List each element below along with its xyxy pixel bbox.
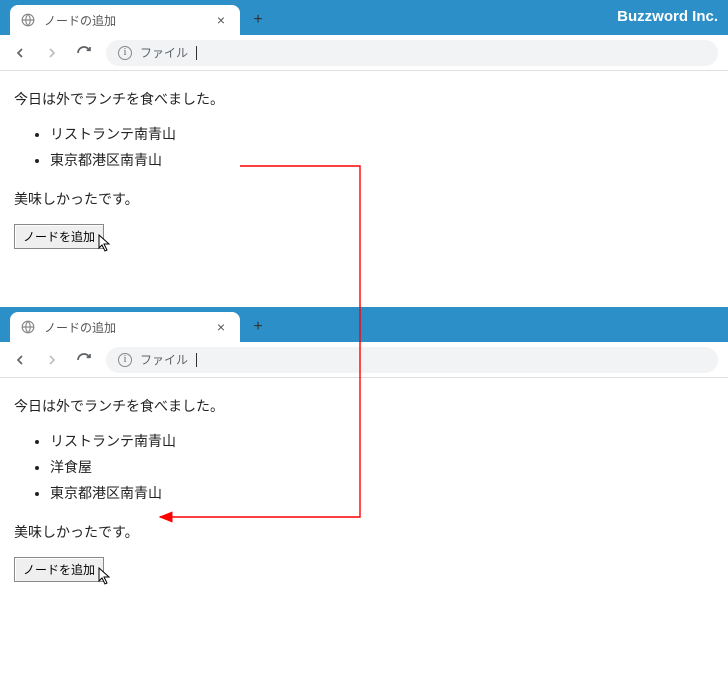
tab-title: ノードの追加 — [44, 319, 204, 336]
back-button[interactable] — [10, 43, 30, 63]
list-after: リストランテ南青山 洋食屋 東京都港区南青山 — [50, 431, 714, 504]
list-item: 東京都港区南青山 — [50, 150, 714, 171]
active-tab[interactable]: ノードの追加 × — [10, 5, 240, 35]
back-button[interactable] — [10, 350, 30, 370]
page-content-bottom: 今日は外でランチを食べました。 リストランテ南青山 洋食屋 東京都港区南青山 美… — [0, 378, 728, 600]
intro-text: 今日は外でランチを食べました。 — [14, 396, 714, 417]
outro-text: 美味しかったです。 — [14, 522, 714, 543]
close-tab-icon[interactable]: × — [212, 12, 230, 28]
page-content-top: 今日は外でランチを食べました。 リストランテ南青山 東京都港区南青山 美味しかっ… — [0, 71, 728, 267]
info-icon: i — [118, 353, 132, 367]
toolbar: i ファイル — [0, 35, 728, 71]
tab-title: ノードの追加 — [44, 12, 204, 29]
list-item: 東京都港区南青山 — [50, 483, 714, 504]
brand-label: Buzzword Inc. — [617, 8, 718, 25]
tab-strip: ノードの追加 × + Buzzword Inc. — [0, 0, 728, 35]
close-tab-icon[interactable]: × — [212, 319, 230, 335]
url-text: ファイル — [140, 351, 188, 368]
tab-strip: ノードの追加 × + — [0, 307, 728, 342]
address-bar[interactable]: i ファイル — [106, 40, 718, 66]
list-before: リストランテ南青山 東京都港区南青山 — [50, 124, 714, 171]
reload-button[interactable] — [74, 350, 94, 370]
button-wrap: ノードを追加 — [14, 224, 104, 249]
button-wrap: ノードを追加 — [14, 557, 104, 582]
info-icon: i — [118, 46, 132, 60]
text-cursor — [196, 353, 197, 367]
list-item: 洋食屋 — [50, 457, 714, 478]
new-tab-button[interactable]: + — [244, 313, 272, 341]
browser-window-bottom: ノードの追加 × + i ファイル 今日は外でランチを食べました。 リストランテ… — [0, 307, 728, 600]
text-cursor — [196, 46, 197, 60]
list-item: リストランテ南青山 — [50, 124, 714, 145]
intro-text: 今日は外でランチを食べました。 — [14, 89, 714, 110]
add-node-button[interactable]: ノードを追加 — [14, 224, 104, 249]
address-bar[interactable]: i ファイル — [106, 347, 718, 373]
toolbar: i ファイル — [0, 342, 728, 378]
globe-icon — [20, 12, 36, 28]
outro-text: 美味しかったです。 — [14, 189, 714, 210]
new-tab-button[interactable]: + — [244, 6, 272, 34]
list-item: リストランテ南青山 — [50, 431, 714, 452]
reload-button[interactable] — [74, 43, 94, 63]
browser-window-top: ノードの追加 × + Buzzword Inc. i ファイル 今日は外でランチ… — [0, 0, 728, 267]
url-text: ファイル — [140, 44, 188, 61]
globe-icon — [20, 319, 36, 335]
forward-button[interactable] — [42, 43, 62, 63]
forward-button[interactable] — [42, 350, 62, 370]
add-node-button[interactable]: ノードを追加 — [14, 557, 104, 582]
active-tab[interactable]: ノードの追加 × — [10, 312, 240, 342]
